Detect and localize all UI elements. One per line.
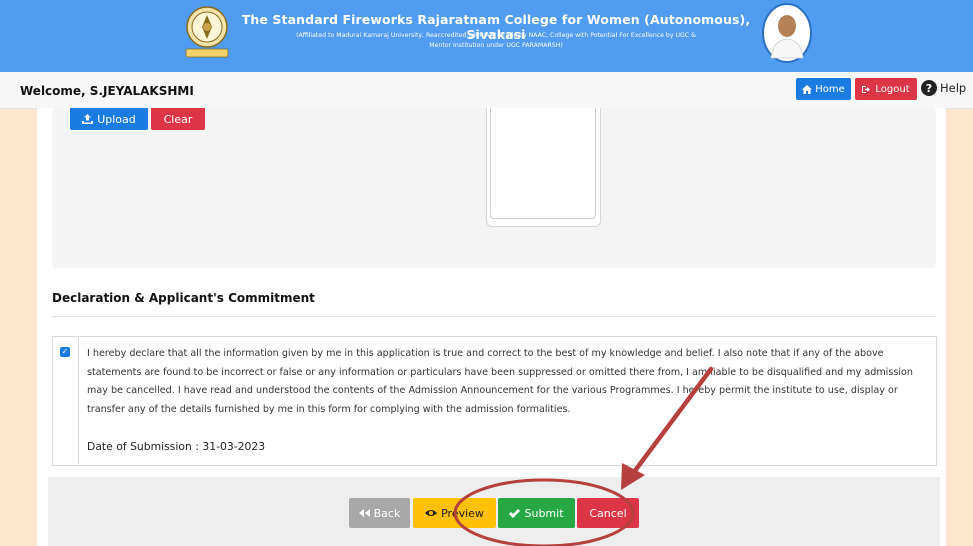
submit-label: Submit — [524, 506, 564, 520]
subtitle-line-2: Mentor Institution under UGC PARAMARSH) — [429, 41, 563, 49]
logout-label: Logout — [875, 83, 910, 95]
question-circle-icon: ? — [921, 80, 937, 96]
preview-button[interactable]: Preview — [413, 498, 496, 528]
help-link[interactable]: ? Help — [921, 80, 966, 96]
eye-icon — [425, 510, 438, 516]
upload-button[interactable]: Upload — [70, 108, 148, 130]
cancel-button[interactable]: Cancel — [577, 498, 639, 528]
home-button[interactable]: Home — [796, 78, 851, 100]
photo-preview-area — [490, 108, 596, 219]
logout-icon — [862, 85, 871, 93]
back-button[interactable]: Back — [349, 498, 410, 528]
clear-button[interactable]: Clear — [151, 108, 205, 130]
college-subtitle: (Affiliated to Madurai Kamaraj Universit… — [250, 31, 742, 50]
check-icon — [509, 508, 521, 518]
backward-icon — [358, 509, 370, 517]
declaration-text: I hereby declare that all the informatio… — [87, 348, 913, 416]
help-label: Help — [940, 81, 967, 95]
logout-button[interactable]: Logout — [855, 78, 917, 100]
declaration-checkbox[interactable]: ✓ — [60, 347, 70, 357]
subtitle-line-1: (Affiliated to Madurai Kamaraj Universit… — [296, 32, 696, 39]
declaration-title: Declaration & Applicant's Commitment — [52, 291, 315, 305]
home-label: Home — [815, 83, 845, 95]
back-label: Back — [373, 506, 401, 520]
founder-photo — [762, 3, 812, 63]
upload-icon — [82, 114, 94, 124]
upload-label: Upload — [97, 112, 136, 126]
section-divider — [52, 316, 936, 317]
submission-date: Date of Submission : 31-03-2023 — [87, 440, 266, 453]
home-icon — [802, 84, 813, 94]
submit-button[interactable]: Submit — [498, 498, 575, 528]
college-logo — [185, 6, 229, 58]
declaration-column-divider — [78, 337, 79, 464]
preview-label: Preview — [441, 506, 484, 520]
welcome-text: Welcome, S.JEYALAKSHMI — [20, 84, 194, 98]
